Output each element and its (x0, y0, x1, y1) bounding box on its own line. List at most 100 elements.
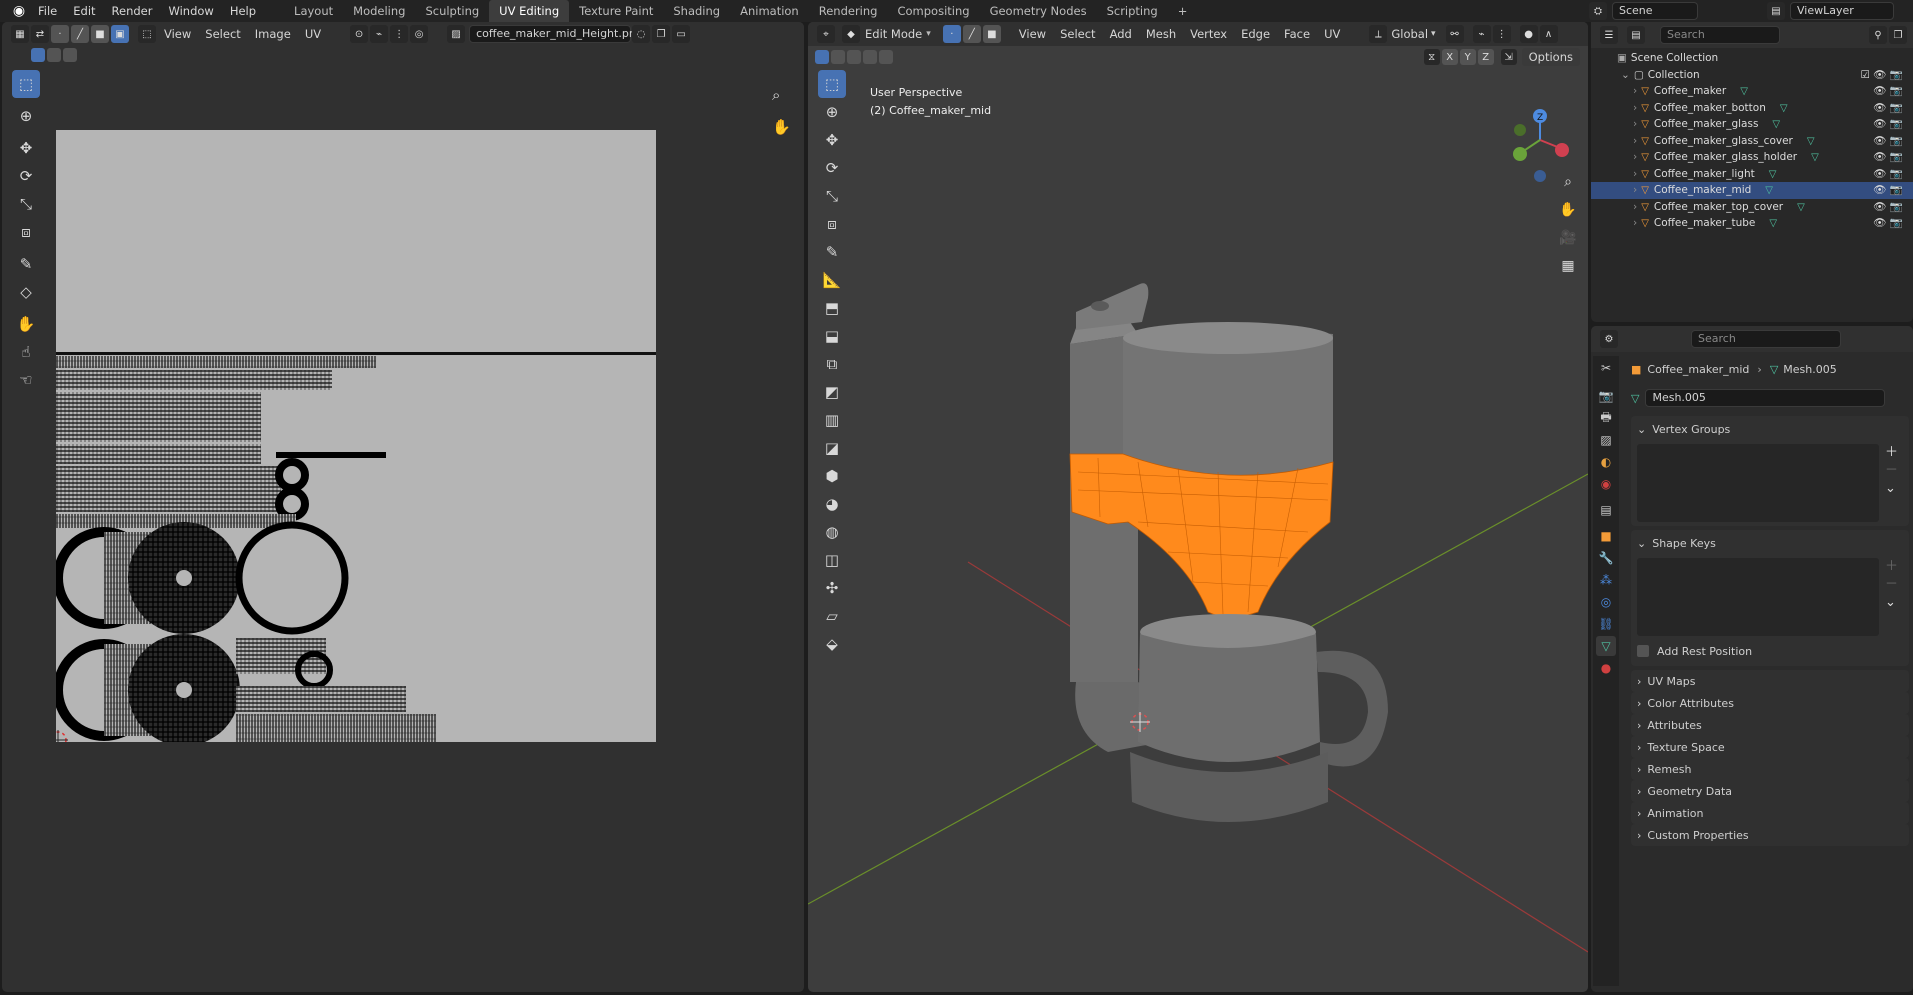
camera-icon[interactable]: 🎥 (1556, 224, 1580, 252)
expand-chevron-icon[interactable]: › (1633, 201, 1637, 213)
uv-select-vertex-icon[interactable]: · (51, 25, 69, 43)
visibility-icons[interactable]: 👁 📷 (1873, 100, 1903, 117)
gizmo-neg-y-icon[interactable] (1514, 124, 1526, 136)
collection-tab-icon[interactable]: ▤ (1596, 500, 1616, 520)
properties-editor-type-icon[interactable]: ⚙ (1600, 330, 1618, 348)
tab-compositing[interactable]: Compositing (887, 0, 979, 22)
remove-shape-key-icon[interactable]: － (1885, 576, 1898, 594)
tab-rendering[interactable]: Rendering (809, 0, 888, 22)
material-tab-icon[interactable]: ● (1596, 658, 1616, 678)
object-tab-icon[interactable]: ■ (1596, 526, 1616, 546)
expand-chevron-icon[interactable]: › (1633, 118, 1637, 130)
data-tab-icon[interactable]: ▽ (1596, 636, 1616, 656)
sticky-select-icon[interactable]: ⬚ (138, 25, 156, 43)
visibility-icons[interactable]: 👁 📷 (1873, 116, 1903, 133)
rotate-tool-icon[interactable]: ⟳ (12, 162, 40, 190)
expand-chevron-icon[interactable]: › (1633, 217, 1637, 229)
new-image-icon[interactable]: ❐ (652, 25, 671, 43)
visibility-icons[interactable]: 👁 📷 (1873, 215, 1903, 232)
mesh-data-icon[interactable]: ▽ (1772, 119, 1780, 130)
add-shape-key-icon[interactable]: ＋ (1885, 558, 1898, 576)
panel-geometry-data[interactable]: › Geometry Data (1631, 780, 1909, 802)
outliner-item[interactable]: › ▽ Coffee_maker_mid ▽ 👁 📷 (1591, 182, 1913, 199)
uv-mode-subtract-icon[interactable] (63, 48, 77, 62)
display-mode-icon[interactable]: ▤ (1627, 26, 1645, 44)
move-tool-icon[interactable]: ✥ (12, 134, 40, 162)
tab-scripting[interactable]: Scripting (1097, 0, 1168, 22)
collection-visibility-icons[interactable]: ☑ 👁 📷 (1861, 67, 1904, 84)
tab-animation[interactable]: Animation (730, 0, 809, 22)
output-tab-icon[interactable]: 🖶 (1596, 408, 1616, 428)
relax-tool-icon[interactable]: ☝ (12, 338, 40, 366)
ortho-toggle-icon[interactable]: ▦ (1556, 252, 1580, 280)
uv-menu-view[interactable]: View (157, 22, 198, 46)
panel-custom-properties[interactable]: › Custom Properties (1631, 824, 1909, 846)
mesh-browse-icon[interactable]: ▽ (1631, 392, 1639, 405)
outliner-search-input[interactable]: Search (1660, 26, 1780, 44)
grab-tool-icon[interactable]: ✋ (12, 310, 40, 338)
new-collection-icon[interactable]: ❐ (1889, 26, 1907, 44)
viewport-scene[interactable]: Z (808, 22, 1588, 992)
uv-select-island-icon[interactable]: ▣ (111, 25, 129, 43)
properties-search-input[interactable]: Search (1691, 330, 1841, 348)
expand-chevron-icon[interactable]: › (1633, 168, 1637, 180)
view-layer-icon[interactable]: ▤ (1767, 2, 1785, 20)
gizmo-x-axis-icon[interactable] (1555, 143, 1569, 157)
outliner-item[interactable]: › ▽ Coffee_maker_tube ▽ 👁 📷 (1591, 215, 1913, 232)
open-image-icon[interactable]: ▭ (672, 25, 691, 43)
uv-menu-select[interactable]: Select (198, 22, 247, 46)
mesh-data-icon[interactable]: ▽ (1807, 136, 1815, 147)
expand-chevron-icon[interactable]: › (1633, 102, 1637, 114)
menu-help[interactable]: Help (222, 0, 264, 22)
scene-tab-icon[interactable]: ◐ (1596, 452, 1616, 472)
world-tab-icon[interactable]: ◉ (1596, 474, 1616, 494)
blender-logo-icon[interactable]: ◉ (8, 0, 30, 22)
rip-tool-icon[interactable]: ◇ (12, 278, 40, 306)
mesh-data-icon[interactable]: ▽ (1765, 185, 1773, 196)
pan-icon[interactable]: ✋ (1556, 196, 1580, 224)
editor-type-icon[interactable]: ▦ (11, 25, 29, 43)
add-workspace-button[interactable]: + (1168, 0, 1198, 22)
visibility-icons[interactable]: 👁 📷 (1873, 182, 1903, 199)
uv-zoom-icon[interactable]: ⌕ (772, 86, 780, 104)
pinch-tool-icon[interactable]: ☜ (12, 366, 40, 394)
fake-user-icon[interactable]: ◌ (632, 25, 651, 43)
panel-uv-maps[interactable]: › UV Maps (1631, 670, 1909, 692)
physics-tab-icon[interactable]: ◎ (1596, 592, 1616, 612)
visibility-icons[interactable]: 👁 📷 (1873, 133, 1903, 150)
scale-tool-icon[interactable]: ⤡ (12, 190, 40, 218)
vertex-groups-header[interactable]: ⌄ Vertex Groups (1637, 420, 1903, 438)
panel-remesh[interactable]: › Remesh (1631, 758, 1909, 780)
panel-color-attributes[interactable]: › Color Attributes (1631, 692, 1909, 714)
uv-select-face-icon[interactable]: ■ (91, 25, 109, 43)
outliner-item[interactable]: › ▽ Coffee_maker_glass_cover ▽ 👁 📷 (1591, 133, 1913, 150)
pivot-icon[interactable]: ⊙ (350, 25, 369, 43)
mesh-data-icon[interactable]: ▽ (1811, 152, 1819, 163)
tab-sculpting[interactable]: Sculpting (415, 0, 489, 22)
vertex-group-menu-icon[interactable]: ⌄ (1885, 480, 1898, 498)
uv-canvas[interactable] (56, 130, 656, 742)
collection-row[interactable]: ⌄ ▢ Collection ☑ 👁 📷 (1591, 67, 1913, 84)
uv-menu-image[interactable]: Image (248, 22, 298, 46)
mesh-data-icon[interactable]: ▽ (1797, 202, 1805, 213)
mesh-data-icon[interactable]: ▽ (1780, 103, 1788, 114)
outliner-item[interactable]: › ▽ Coffee_maker_botton ▽ 👁 📷 (1591, 100, 1913, 117)
transform-tool-icon[interactable]: ⧈ (12, 218, 40, 246)
outliner-item[interactable]: › ▽ Coffee_maker_light ▽ 👁 📷 (1591, 166, 1913, 183)
tool-tab-icon[interactable]: ✂ (1596, 358, 1616, 378)
outliner-item[interactable]: › ▽ Coffee_maker ▽ 👁 📷 (1591, 83, 1913, 100)
visibility-icons[interactable]: 👁 📷 (1873, 166, 1903, 183)
filter-icon[interactable]: ⚲ (1869, 26, 1887, 44)
zoom-icon[interactable]: ⌕ (1556, 168, 1580, 196)
expand-chevron-icon[interactable]: › (1633, 151, 1637, 163)
panel-texture-space[interactable]: › Texture Space (1631, 736, 1909, 758)
remove-vertex-group-icon[interactable]: － (1885, 462, 1898, 480)
visibility-icons[interactable]: 👁 📷 (1873, 83, 1903, 100)
snap-target-icon[interactable]: ⋮ (390, 25, 409, 43)
expand-chevron-icon[interactable]: › (1633, 85, 1637, 97)
mesh-data-icon[interactable]: ▽ (1740, 86, 1748, 97)
constraints-tab-icon[interactable]: ⛓ (1596, 614, 1616, 634)
uv-select-edge-icon[interactable]: ╱ (71, 25, 89, 43)
expand-chevron-icon[interactable]: › (1633, 135, 1637, 147)
menu-file[interactable]: File (30, 0, 65, 22)
